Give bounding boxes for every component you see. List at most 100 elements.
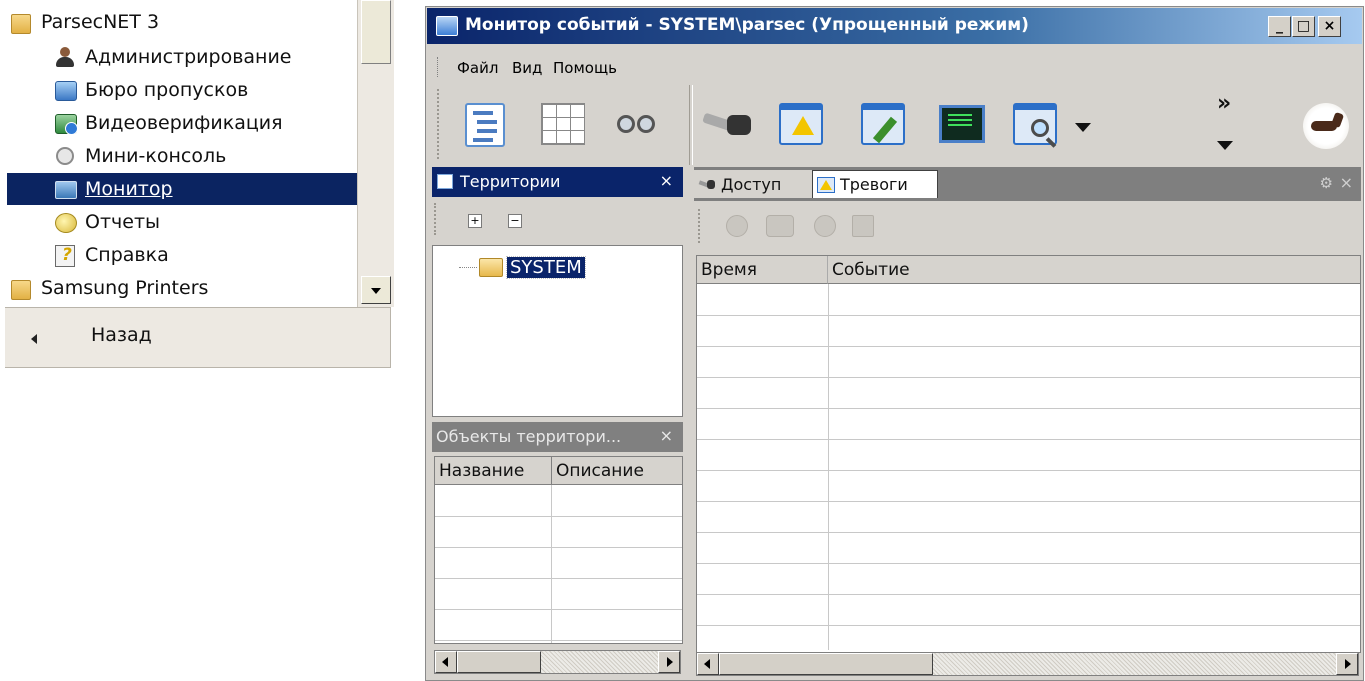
menu-help[interactable]: Помощь [553, 59, 617, 77]
pause-button[interactable] [766, 215, 794, 237]
scroll-left-button[interactable] [697, 653, 719, 675]
objects-pane-header[interactable]: Объекты территори... × [432, 422, 683, 452]
menu-item-monitor[interactable]: Монитор [7, 173, 357, 205]
menu-item-label: Монитор [85, 178, 173, 200]
pane-title: Объекты территори... [436, 427, 622, 446]
window-title: Монитор событий - SYSTEM\parsec (Упрощен… [465, 15, 1029, 35]
alarm-icon [779, 103, 823, 145]
minimize-button[interactable]: _ [1268, 16, 1291, 37]
column-header-description[interactable]: Описание [552, 457, 682, 485]
row-divider [435, 516, 682, 517]
row-divider [435, 547, 682, 548]
key-icon [698, 176, 716, 192]
search-binoculars-button[interactable] [609, 99, 665, 153]
scroll-right-button[interactable] [1336, 653, 1358, 675]
row-divider [697, 625, 1360, 626]
zoom-button[interactable] [1007, 99, 1063, 153]
menu-item-badge-office[interactable]: Бюро пропусков [53, 74, 248, 106]
start-menu-list: ParsecNET 3 Администрирование Бюро пропу… [5, 0, 357, 307]
grid-view-button[interactable] [535, 99, 591, 153]
events-horizontal-scrollbar[interactable] [696, 652, 1359, 676]
menu-item-reports[interactable]: Отчеты [53, 206, 160, 238]
tree-node-label: SYSTEM [506, 255, 586, 279]
menu-item-administration[interactable]: Администрирование [53, 41, 292, 73]
objects-horizontal-scrollbar[interactable] [434, 650, 681, 674]
column-header-time[interactable]: Время [697, 256, 828, 284]
title-bar[interactable]: Монитор событий - SYSTEM\parsec (Упрощен… [427, 8, 1362, 44]
scrollbar-thumb[interactable] [719, 653, 933, 675]
territories-pane: Территории × + − SYSTEM [432, 167, 683, 417]
close-icon[interactable]: × [1340, 173, 1353, 192]
territories-pane-header[interactable]: Территории × [432, 167, 683, 197]
toolbar: » [427, 85, 1362, 165]
help-icon [53, 243, 77, 267]
menu-item-help[interactable]: Справка [53, 239, 169, 271]
territory-objects-pane: Объекты территори... × Название Описание [432, 422, 683, 677]
maximize-button[interactable]: □ [1292, 16, 1315, 37]
alarms-button[interactable] [773, 99, 829, 153]
toolbar-grip [434, 203, 439, 235]
events-tabs: Доступ Тревоги ⚙ × [694, 167, 1361, 201]
chevron-right-icon [667, 657, 673, 667]
events-table: Время Событие [696, 255, 1361, 653]
close-button[interactable]: × [1318, 16, 1341, 37]
confirm-document-button[interactable] [852, 215, 874, 237]
folder-parsecnet3[interactable]: ParsecNET 3 [9, 6, 159, 38]
access-events-button[interactable] [699, 99, 755, 153]
row-divider [435, 609, 682, 610]
collapse-all-button[interactable]: − [508, 214, 522, 228]
column-header-event[interactable]: Событие [828, 256, 1360, 284]
info-button[interactable] [726, 215, 748, 237]
user-admin-icon [53, 45, 77, 69]
tree-view-icon [465, 103, 505, 147]
console-button[interactable] [935, 99, 991, 153]
pane-close-icon[interactable]: × [660, 426, 673, 445]
alarm-icon [816, 175, 836, 194]
folder-samsung-printers[interactable]: Samsung Printers [9, 272, 208, 304]
menu-view[interactable]: Вид [512, 59, 542, 77]
tree-connector [459, 266, 477, 268]
edit-button[interactable] [855, 99, 911, 153]
scroll-right-button[interactable] [658, 651, 680, 673]
start-menu-scrollbar[interactable] [357, 0, 394, 307]
scroll-left-button[interactable] [435, 651, 457, 673]
gear-icon[interactable]: ⚙ [1320, 174, 1333, 192]
folder-icon [479, 257, 503, 277]
toolbar-overflow-arrow-icon[interactable] [1217, 141, 1233, 150]
expand-all-button[interactable]: + [468, 214, 482, 228]
territory-tree-icon [437, 174, 453, 189]
terminal-icon [939, 105, 985, 143]
tab-label: Тревоги [840, 175, 908, 194]
menu-item-video-verification[interactable]: Видеоверификация [53, 107, 283, 139]
pane-title: Территории [460, 172, 561, 191]
folder-icon [9, 10, 33, 34]
row-divider [697, 408, 1360, 409]
tab-alarms[interactable]: Тревоги [812, 170, 938, 198]
zoom-dropdown-arrow-icon[interactable] [1075, 123, 1091, 132]
acknowledge-button[interactable] [814, 215, 836, 237]
toolbar-separator [689, 85, 693, 165]
menu-item-mini-console[interactable]: Мини-консоль [53, 140, 226, 172]
tree-node-system[interactable]: SYSTEM [459, 254, 586, 280]
menu-file[interactable]: Файл [457, 59, 498, 77]
column-header-name[interactable]: Название [435, 457, 552, 485]
monitor-icon [53, 177, 77, 201]
toolbar-grip [698, 209, 703, 243]
tab-access[interactable]: Доступ [694, 170, 814, 198]
scroll-down-button[interactable] [361, 276, 391, 304]
back-button[interactable]: Назад [5, 307, 391, 368]
scrollbar-thumb[interactable] [457, 651, 541, 673]
territory-tree-button[interactable] [455, 99, 511, 153]
territories-toolbar: + − [432, 197, 683, 241]
row-divider [697, 439, 1360, 440]
row-divider [435, 640, 682, 641]
row-divider [697, 594, 1360, 595]
toolbar-overflow-icon[interactable]: » [1217, 91, 1231, 116]
app-monitor-icon [436, 16, 458, 36]
menu-item-label: Бюро пропусков [85, 79, 249, 101]
menu-item-label: Справка [85, 244, 169, 266]
scrollbar-thumb[interactable] [361, 0, 391, 64]
row-divider [697, 470, 1360, 471]
menu-item-label: Мини-консоль [85, 145, 227, 167]
pane-close-icon[interactable]: × [660, 171, 673, 190]
